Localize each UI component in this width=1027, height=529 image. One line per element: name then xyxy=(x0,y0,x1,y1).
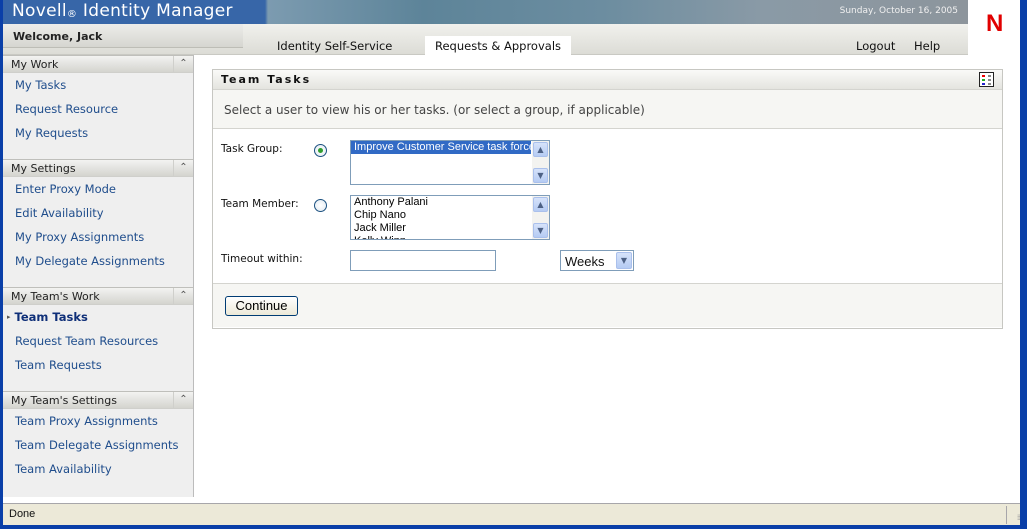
registered-mark: ® xyxy=(66,9,78,20)
team-member-label: Team Member: xyxy=(221,198,299,210)
panel-footer: Continue xyxy=(213,283,1002,327)
listbox-option[interactable]: Kelly Winn... xyxy=(351,235,549,239)
panel-header: Team Tasks xyxy=(213,70,1002,90)
brand-product: Identity Manager xyxy=(82,1,233,21)
browser-window: Novell® Identity Manager Sunday, October… xyxy=(3,0,1023,525)
section-title: My Settings xyxy=(11,162,76,175)
task-group-label: Task Group: xyxy=(221,143,283,155)
team-tasks-panel: Team Tasks Select a user to view his or … xyxy=(212,69,1003,329)
sidebar-item-team-availability[interactable]: Team Availability xyxy=(3,461,193,485)
section-title: My Team's Work xyxy=(11,290,100,303)
sidebar-item-my-delegate-assignments[interactable]: My Delegate Assignments xyxy=(3,253,193,277)
scrollbar[interactable]: ▲ ▼ xyxy=(532,196,549,239)
task-group-radio[interactable] xyxy=(314,144,327,157)
timeout-label: Timeout within: xyxy=(221,253,303,265)
panel-title: Team Tasks xyxy=(221,73,312,86)
team-tasks-form: Task Group: Improve Customer Service tas… xyxy=(213,129,1002,283)
selected-unit: Weeks xyxy=(565,254,605,269)
help-link[interactable]: Help xyxy=(914,39,940,53)
sidebar-section-my-work: My Work ⌃ My Tasks Request Resource My R… xyxy=(3,55,193,159)
team-member-listbox[interactable]: Anthony Palani Chip Nano Jack Miller Kel… xyxy=(350,195,550,240)
status-text: Done xyxy=(9,508,36,520)
sidebar-item-request-team-resources[interactable]: Request Team Resources xyxy=(3,333,193,357)
collapse-icon[interactable]: ⌃ xyxy=(173,392,193,409)
timeout-input[interactable] xyxy=(350,250,496,271)
listbox-option[interactable]: Jack Miller xyxy=(351,222,549,235)
scrollbar[interactable]: ▲ ▼ xyxy=(532,141,549,184)
sidebar-item-team-proxy-assignments[interactable]: Team Proxy Assignments xyxy=(3,413,193,437)
window-border xyxy=(1020,0,1027,529)
welcome-bar: Welcome, Jack xyxy=(3,24,243,48)
section-header: My Team's Settings ⌃ xyxy=(3,391,193,409)
current-date: Sunday, October 16, 2005 xyxy=(839,6,958,16)
current-item-arrow-icon: ▸ xyxy=(7,313,11,321)
continue-button[interactable]: Continue xyxy=(225,296,298,316)
logout-link[interactable]: Logout xyxy=(856,39,895,53)
sidebar-section-my-teams-work: My Team's Work ⌃ ▸ Team Tasks Request Tea… xyxy=(3,287,193,391)
scroll-up-icon[interactable]: ▲ xyxy=(533,197,548,212)
welcome-text: Welcome, Jack xyxy=(13,30,103,43)
instruction-text: Select a user to view his or her tasks. … xyxy=(213,90,1002,129)
novell-logo: N xyxy=(968,0,1023,55)
status-bar: Done ⁞⁞ xyxy=(3,503,1023,525)
sidebar-item-my-requests[interactable]: My Requests xyxy=(3,125,193,149)
scroll-up-icon[interactable]: ▲ xyxy=(533,142,548,157)
section-header: My Settings ⌃ xyxy=(3,159,193,177)
section-title: My Work xyxy=(11,58,59,71)
tab-identity-self-service[interactable]: Identity Self-Service xyxy=(267,36,402,55)
sidebar-item-label: Team Tasks xyxy=(14,310,88,324)
sidebar-item-edit-availability[interactable]: Edit Availability xyxy=(3,205,193,229)
collapse-icon[interactable]: ⌃ xyxy=(173,56,193,73)
sidebar-section-my-teams-settings: My Team's Settings ⌃ Team Proxy Assignme… xyxy=(3,391,193,495)
listbox-option[interactable]: Improve Customer Service task force xyxy=(351,141,535,154)
header-nav-bar: Welcome, Jack Identity Self-Service Requ… xyxy=(3,24,968,55)
status-divider xyxy=(1006,506,1007,524)
sidebar-item-my-tasks[interactable]: My Tasks xyxy=(3,77,193,101)
sidebar-item-request-resource[interactable]: Request Resource xyxy=(3,101,193,125)
collapse-icon[interactable]: ⌃ xyxy=(173,288,193,305)
panel-settings-icon[interactable] xyxy=(979,72,994,87)
tab-requests-approvals[interactable]: Requests & Approvals xyxy=(425,36,572,55)
sidebar-section-my-settings: My Settings ⌃ Enter Proxy Mode Edit Avai… xyxy=(3,159,193,287)
collapse-icon[interactable]: ⌃ xyxy=(173,160,193,177)
brand-name: Novell xyxy=(12,1,67,21)
section-title: My Team's Settings xyxy=(11,394,117,407)
chevron-down-icon[interactable]: ▼ xyxy=(616,252,632,269)
section-header: My Team's Work ⌃ xyxy=(3,287,193,305)
sidebar-item-enter-proxy-mode[interactable]: Enter Proxy Mode xyxy=(3,181,193,205)
sidebar-item-my-proxy-assignments[interactable]: My Proxy Assignments xyxy=(3,229,193,253)
header-banner: Novell® Identity Manager Sunday, October… xyxy=(3,0,968,24)
timeout-unit-select[interactable]: Weeks ▼ xyxy=(560,250,634,271)
listbox-option[interactable]: Chip Nano xyxy=(351,209,549,222)
team-member-radio[interactable] xyxy=(314,199,327,212)
brand-title: Novell® Identity Manager xyxy=(12,1,233,21)
scroll-down-icon[interactable]: ▼ xyxy=(533,223,548,238)
scroll-down-icon[interactable]: ▼ xyxy=(533,168,548,183)
novell-logo-letter: N xyxy=(986,10,1004,37)
listbox-option[interactable]: Anthony Palani xyxy=(351,196,549,209)
sidebar-item-team-requests[interactable]: Team Requests xyxy=(3,357,193,381)
sidebar-item-team-delegate-assignments[interactable]: Team Delegate Assignments xyxy=(3,437,193,461)
task-group-listbox[interactable]: Improve Customer Service task force ▲ ▼ xyxy=(350,140,550,185)
sidebar-item-team-tasks[interactable]: ▸ Team Tasks xyxy=(3,309,193,333)
section-header: My Work ⌃ xyxy=(3,55,193,73)
sidebar: My Work ⌃ My Tasks Request Resource My R… xyxy=(3,55,194,497)
